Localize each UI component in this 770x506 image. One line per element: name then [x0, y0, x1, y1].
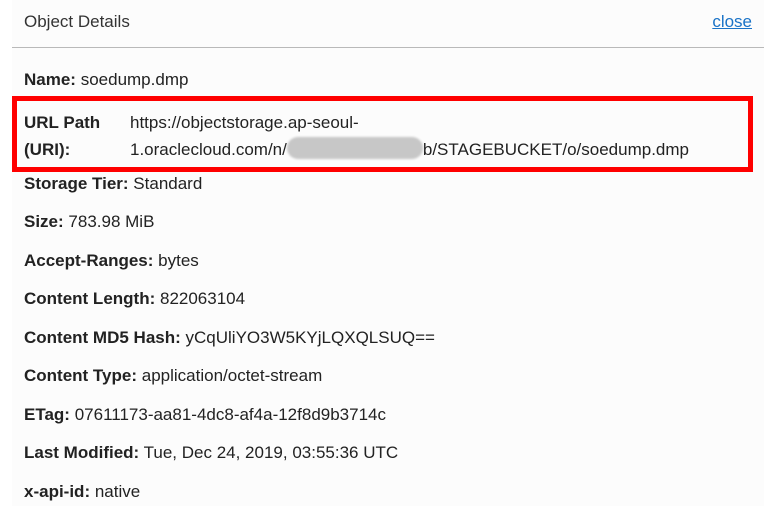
detail-value: application/octet-stream [141, 366, 323, 385]
detail-label: Storage Tier: [24, 174, 129, 193]
detail-value: 783.98 MiB [68, 212, 155, 231]
url-value-suffix: b/STAGEBUCKET/o/soedump.dmp [422, 140, 689, 159]
panel-header: Object Details close [12, 0, 764, 48]
detail-value: 822063104 [159, 289, 246, 308]
detail-label: Content Type: [24, 366, 138, 385]
url-label-line1: URL Path [24, 113, 101, 132]
url-value-line2: 1.oraclecloud.com/n/b/STAGEBUCKET/o/soed… [130, 136, 689, 163]
detail-row-accept-ranges: Accept-Ranges: bytes [24, 251, 199, 271]
detail-value: native [94, 482, 141, 501]
detail-value: soedump.dmp [80, 70, 189, 89]
detail-row-storage-tier: Storage Tier: Standard [24, 174, 202, 194]
close-link[interactable]: close [712, 12, 752, 32]
url-value-line1: https://objectstorage.ap-seoul- [130, 113, 359, 132]
detail-label: Name: [24, 70, 76, 89]
detail-value: Standard [133, 174, 203, 193]
detail-row-content-md5: Content MD5 Hash: yCqUliYO3W5KYjLQXQLSUQ… [24, 328, 435, 348]
url-label-line2: (URI): [24, 140, 71, 159]
object-details-panel: Object Details close Name: soedump.dmp U… [12, 0, 764, 506]
redacted-region [286, 137, 423, 159]
detail-label: Last Modified: [24, 443, 140, 462]
detail-label: Content Length: [24, 289, 156, 308]
detail-value: 07611173-aa81-4dc8-af4a-12f8d9b3714c [74, 405, 386, 424]
detail-label: Size: [24, 212, 64, 231]
detail-row-last-modified: Last Modified: Tue, Dec 24, 2019, 03:55:… [24, 443, 398, 463]
detail-label: ETag: [24, 405, 70, 424]
detail-label: Accept-Ranges: [24, 251, 154, 270]
detail-row-x-api-id: x-api-id: native [24, 482, 140, 502]
detail-row-content-length: Content Length: 822063104 [24, 289, 245, 309]
detail-row-content-type: Content Type: application/octet-stream [24, 366, 322, 386]
url-highlight-box: URL Path (URI): https://objectstorage.ap… [12, 96, 753, 172]
detail-value: yCqUliYO3W5KYjLQXQLSUQ== [185, 328, 435, 347]
detail-value: bytes [158, 251, 199, 270]
url-path-value: https://objectstorage.ap-seoul- 1.oracle… [130, 109, 689, 163]
detail-row-etag: ETag: 07611173-aa81-4dc8-af4a-12f8d9b371… [24, 405, 386, 425]
detail-label: Content MD5 Hash: [24, 328, 181, 347]
url-value-prefix: 1.oraclecloud.com/n/ [130, 140, 287, 159]
detail-row-size: Size: 783.98 MiB [24, 212, 154, 232]
url-path-label: URL Path (URI): [24, 109, 119, 163]
detail-label: x-api-id: [24, 482, 91, 501]
detail-value: Tue, Dec 24, 2019, 03:55:36 UTC [143, 443, 399, 462]
detail-row-name: Name: soedump.dmp [24, 70, 188, 90]
panel-title: Object Details [24, 12, 130, 31]
